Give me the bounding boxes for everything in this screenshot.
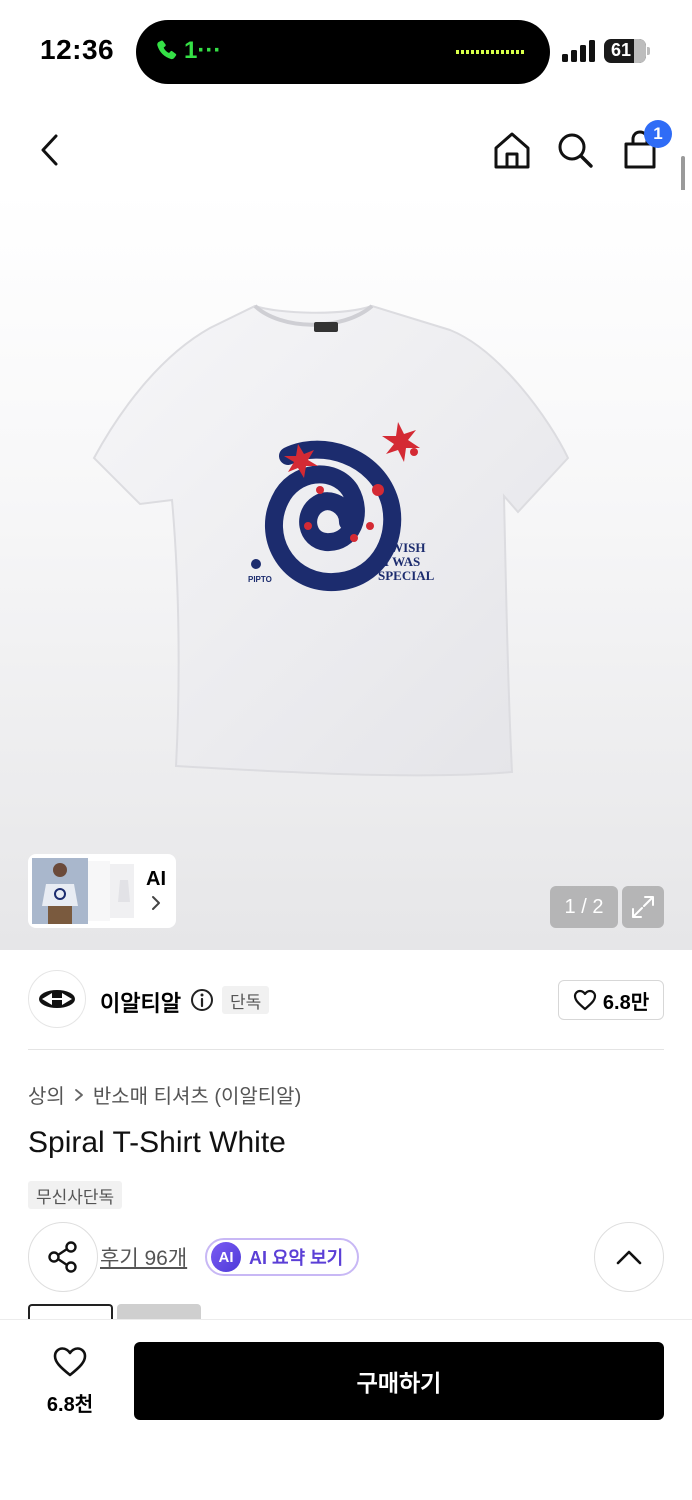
exclusive-badge: 단독: [222, 986, 270, 1014]
brand-like-count: 6.8만: [602, 991, 650, 1014]
phone-icon: [157, 40, 177, 60]
battery-level: 61: [610, 40, 632, 60]
search-icon: [558, 133, 593, 168]
brand-logo[interactable]: [28, 970, 86, 1028]
svg-text:PIPTO: PIPTO: [248, 575, 272, 584]
heart-icon: [53, 1347, 87, 1377]
review-link[interactable]: 후기 96개: [100, 1242, 187, 1272]
cart-count-badge: 1: [644, 120, 672, 148]
share-icon: [48, 1241, 77, 1273]
product-photo: I WISH I WAS SPECIAL PIPTO: [92, 304, 570, 777]
ai-badge-icon: AI: [211, 1242, 241, 1272]
battery-indicator: 61: [604, 39, 650, 63]
brand-logo-icon: [39, 990, 75, 1008]
thumbnail-images: [32, 858, 134, 924]
chevron-right-icon: [152, 896, 160, 910]
ai-summary-button[interactable]: AI AI 요약 보기: [205, 1238, 360, 1276]
wishlist-count: 6.8천: [46, 1394, 94, 1416]
breadcrumb: 상의 반소매 티셔츠 (이알티알): [28, 1080, 301, 1109]
expand-button[interactable]: [622, 886, 664, 928]
ai-summary-label: AI 요약 보기: [249, 1248, 344, 1268]
info-icon[interactable]: [190, 988, 214, 1012]
dynamic-island[interactable]: 1···: [136, 20, 550, 84]
chevron-up-icon: [616, 1250, 642, 1265]
brand-like-button[interactable]: 6.8만: [558, 980, 664, 1020]
audio-waveform: [456, 50, 526, 54]
svg-text:I WISH: I WISH: [382, 540, 425, 555]
divider: [28, 1049, 664, 1050]
image-counter: 1 / 2: [550, 886, 618, 928]
heart-icon: [573, 989, 596, 1011]
svg-text:SPECIAL: SPECIAL: [378, 568, 435, 583]
call-duration: 1···: [184, 37, 222, 64]
top-nav: 1: [0, 110, 692, 190]
search-button[interactable]: [553, 128, 597, 172]
scroll-to-top-button[interactable]: [594, 1222, 664, 1292]
musinsa-exclusive-tag: 무신사단독: [28, 1181, 123, 1209]
ai-thumbnail-card[interactable]: AI: [28, 854, 176, 928]
signal-icon: [562, 40, 595, 62]
chevron-right-icon: [74, 1088, 83, 1101]
breadcrumb-item[interactable]: 반소매 티셔츠 (이알티알): [93, 1080, 301, 1109]
purchase-bar: 6.8천 구매하기: [0, 1319, 692, 1500]
status-bar: 12:36 1··· 61: [0, 0, 692, 100]
brand-row[interactable]: 이알티알 단독 6.8만: [28, 970, 664, 1030]
buy-button[interactable]: 구매하기: [134, 1342, 664, 1420]
back-button[interactable]: [28, 128, 72, 172]
chevron-left-icon: [41, 134, 58, 166]
svg-text:I WAS: I WAS: [384, 554, 420, 569]
product-title: Spiral T-Shirt White: [28, 1126, 286, 1159]
brand-name[interactable]: 이알티알: [100, 986, 181, 1018]
breadcrumb-item[interactable]: 상의: [28, 1080, 65, 1109]
cart-button[interactable]: 1: [618, 120, 672, 172]
product-gallery[interactable]: I WISH I WAS SPECIAL PIPTO AI 1 / 2: [0, 190, 692, 950]
wishlist-button[interactable]: 6.8천: [30, 1346, 110, 1416]
ai-thumbnail-label: AI: [146, 868, 166, 890]
home-button[interactable]: [490, 128, 534, 172]
share-button[interactable]: [28, 1222, 98, 1292]
home-icon: [494, 132, 530, 169]
expand-icon: [632, 896, 654, 918]
status-time: 12:36: [40, 34, 115, 65]
